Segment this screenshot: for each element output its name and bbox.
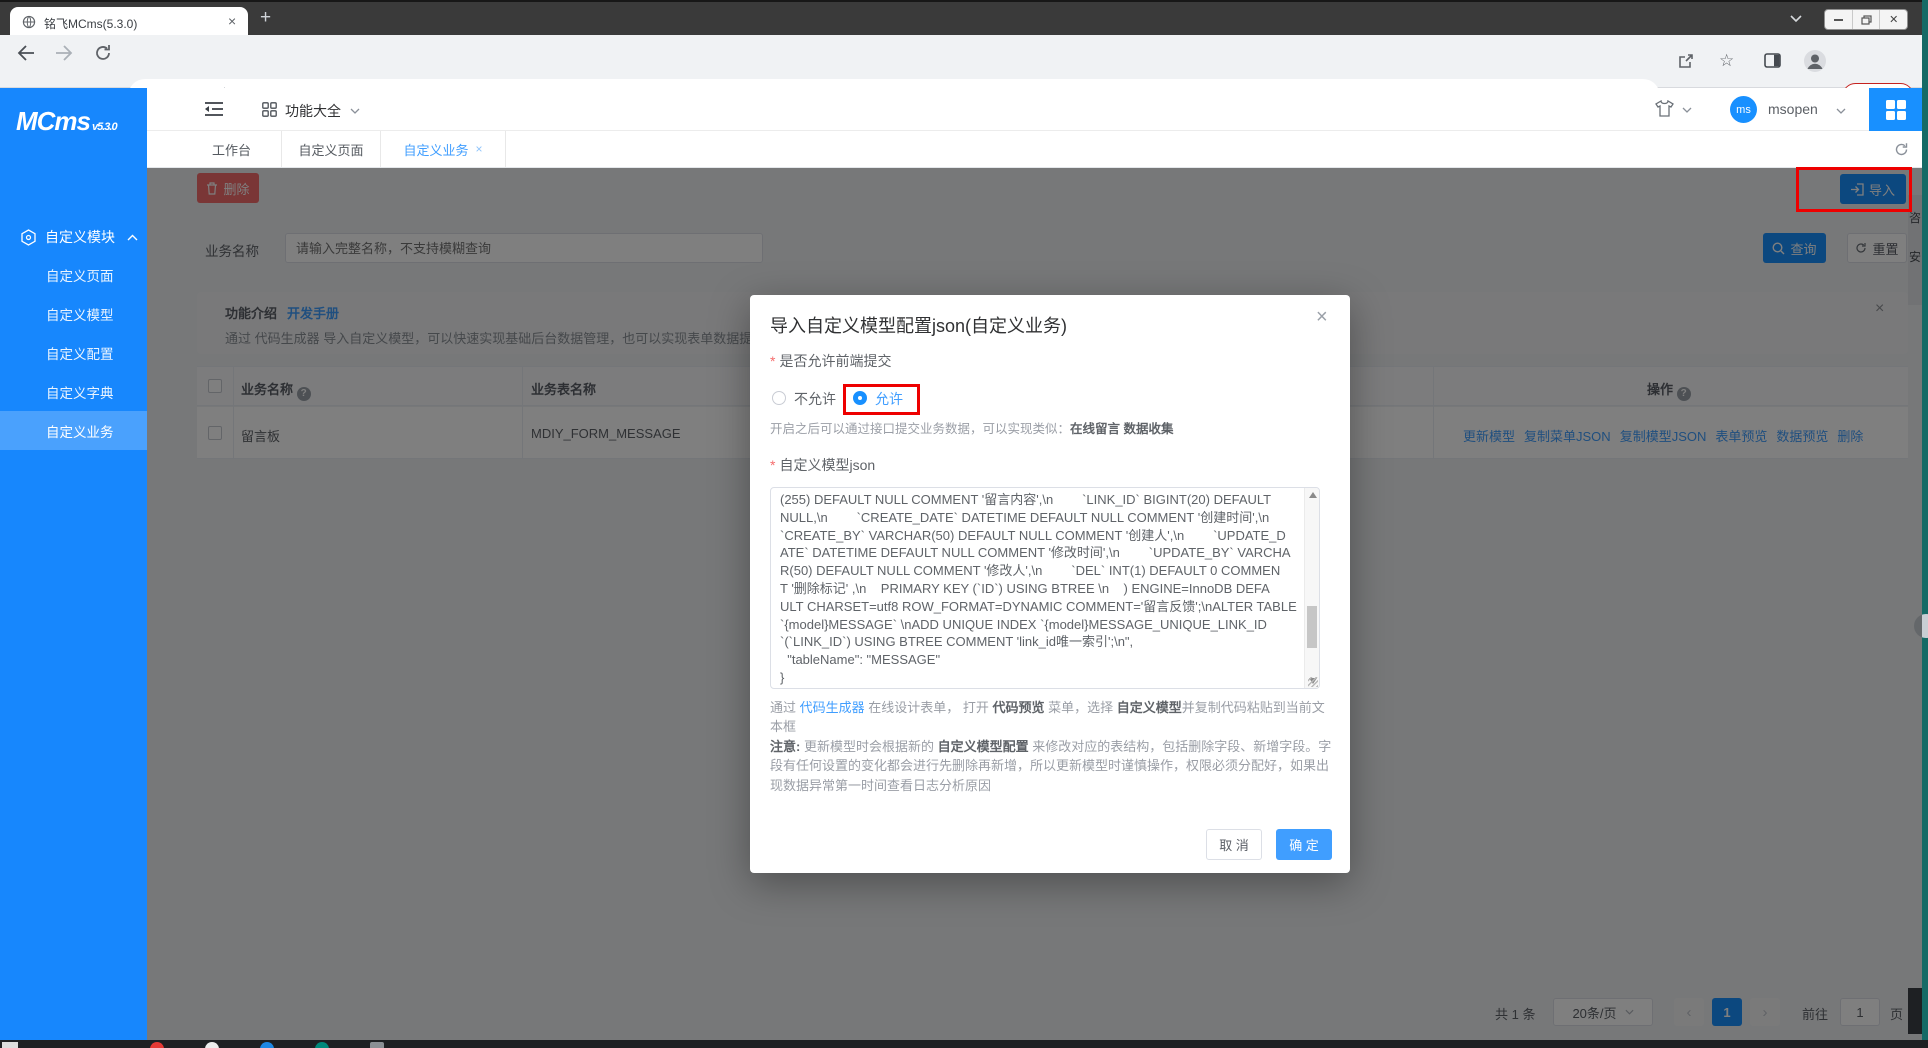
bookmark-star-icon[interactable]: ☆	[1719, 51, 1734, 71]
dialog-close-icon[interactable]: ×	[1316, 306, 1328, 329]
new-tab-button[interactable]: +	[260, 7, 271, 29]
tab-close-icon[interactable]: ×	[476, 142, 483, 156]
resize-handle[interactable]	[1308, 677, 1318, 687]
desktop-edge	[1922, 0, 1928, 1048]
page-tab-workbench[interactable]: 工作台	[182, 131, 282, 167]
app-sidebar: MCmsv5.3.0 自定义模块 自定义页面 自定义模型 自定义配置 自定义字典…	[0, 88, 147, 1040]
user-avatar[interactable]: ms	[1730, 96, 1757, 123]
avatar-initials: ms	[1736, 104, 1751, 116]
top-menu-label[interactable]: 功能大全	[285, 101, 341, 121]
import-model-dialog: 导入自定义模型配置json(自定义业务) × *是否允许前端提交 不允许 允许 …	[750, 295, 1350, 873]
sidebar-item-label: 自定义业务	[46, 421, 114, 441]
sidebar-item-label: 自定义页面	[46, 265, 114, 285]
tab-list-chevron-icon[interactable]	[1790, 15, 1802, 23]
side-panel-icon[interactable]	[1764, 53, 1781, 68]
model-json-label: *自定义模型json	[770, 455, 875, 475]
annotation-allow-radio	[843, 384, 920, 415]
back-icon[interactable]	[16, 44, 36, 62]
allow-submit-label: *是否允许前端提交	[770, 351, 891, 371]
model-json-content: (255) DEFAULT NULL COMMENT '留言内容',\n `LI…	[780, 491, 1301, 687]
globe-icon	[22, 15, 36, 29]
textarea-scrollbar[interactable]	[1304, 488, 1319, 688]
taskbar-icon[interactable]	[205, 1042, 219, 1048]
sidebar-item-label: 自定义配置	[46, 343, 114, 363]
apps-grid-icon	[262, 102, 277, 117]
share-icon[interactable]	[1677, 52, 1695, 70]
profile-avatar-icon[interactable]	[1803, 49, 1827, 73]
username[interactable]: msopen	[1768, 101, 1818, 117]
collapse-sidebar-icon[interactable]	[205, 101, 223, 117]
close-window-button[interactable]: ✕	[1880, 10, 1907, 29]
page-tabs-row: 工作台 自定义页面 自定义业务 ×	[147, 131, 1922, 168]
logo-text: MCms	[16, 106, 90, 136]
browser-tab[interactable]: 铭飞MCms(5.3.0) ×	[10, 7, 248, 37]
chevron-up-icon	[127, 234, 138, 241]
radio-deny-label[interactable]: 不允许	[794, 389, 836, 409]
logo-version: v5.3.0	[92, 121, 117, 133]
confirm-button[interactable]: 确 定	[1276, 829, 1332, 860]
sidebar-item-custom-page[interactable]: 自定义页面	[0, 255, 147, 294]
browser-toolbar: 不安全 192.168.0.62:8080/ms/index.do ☆ 更新 ⋮	[0, 35, 1922, 88]
taskbar	[0, 1040, 1928, 1048]
sidebar-item-label: 自定义模型	[46, 304, 114, 324]
sidebar-item-custom-dict[interactable]: 自定义字典	[0, 372, 147, 411]
sidebar-group-custom-module[interactable]: 自定义模块	[0, 218, 147, 256]
app-header: 功能大全 ms msopen	[147, 88, 1922, 131]
tabs-refresh-icon[interactable]	[1894, 142, 1909, 157]
scroll-thumb[interactable]	[1307, 606, 1317, 648]
theme-tshirt-icon[interactable]	[1655, 100, 1674, 117]
browser-tab-strip: 铭飞MCms(5.3.0) × + ✕	[0, 0, 1922, 35]
annotation-import-button	[1796, 167, 1912, 212]
sidebar-item-custom-model[interactable]: 自定义模型	[0, 294, 147, 333]
reload-icon[interactable]	[94, 44, 112, 62]
radio-deny[interactable]	[772, 391, 786, 405]
app-logo[interactable]: MCmsv5.3.0	[16, 106, 117, 137]
scroll-up-arrow[interactable]	[1309, 492, 1317, 498]
restore-button[interactable]	[1853, 10, 1881, 29]
tab-close-icon[interactable]: ×	[228, 13, 236, 29]
dialog-title: 导入自定义模型配置json(自定义业务)	[770, 312, 1067, 338]
page-tab-custom-business[interactable]: 自定义业务 ×	[381, 131, 506, 167]
module-cube-icon	[20, 229, 37, 246]
page-tab-label: 自定义页面	[298, 140, 363, 159]
window-controls: ✕	[1824, 9, 1908, 30]
taskbar-icon[interactable]	[260, 1042, 274, 1048]
sidebar-item-label: 自定义字典	[46, 382, 114, 402]
browser-tab-title: 铭飞MCms(5.3.0)	[44, 15, 137, 32]
allow-submit-helper: 开启之后可以通过接口提交业务数据，可以实现类似：在线留言 数据收集	[770, 418, 1174, 437]
screen: 铭飞MCms(5.3.0) × + ✕ 不安全	[0, 0, 1928, 1048]
taskbar-icon[interactable]	[315, 1042, 329, 1048]
minimize-button[interactable]	[1825, 10, 1853, 29]
sidebar-item-custom-business[interactable]: 自定义业务	[0, 411, 147, 450]
dialog-note: 通过 代码生成器 在线设计表单， 打开 代码预览 菜单，选择 自定义模型并复制代…	[770, 698, 1332, 795]
page-tab-label: 自定义业务	[403, 140, 468, 159]
forward-icon[interactable]	[54, 44, 74, 62]
taskbar-icon[interactable]	[370, 1042, 384, 1048]
chevron-down-icon[interactable]	[1836, 108, 1846, 114]
sidebar-group-label: 自定义模块	[45, 227, 115, 247]
chevron-down-icon[interactable]	[1682, 107, 1692, 113]
app-launcher-button[interactable]	[1869, 88, 1922, 131]
page-tab-label: 工作台	[212, 140, 251, 159]
taskbar-icon[interactable]	[2, 1042, 18, 1048]
page-tab-custom-page[interactable]: 自定义页面	[282, 131, 381, 167]
cancel-button[interactable]: 取 消	[1206, 829, 1262, 860]
sidebar-item-custom-config[interactable]: 自定义配置	[0, 333, 147, 372]
model-json-textarea[interactable]: (255) DEFAULT NULL COMMENT '留言内容',\n `LI…	[770, 487, 1320, 689]
chevron-down-icon[interactable]	[350, 108, 360, 114]
taskbar-icon[interactable]	[150, 1042, 164, 1048]
